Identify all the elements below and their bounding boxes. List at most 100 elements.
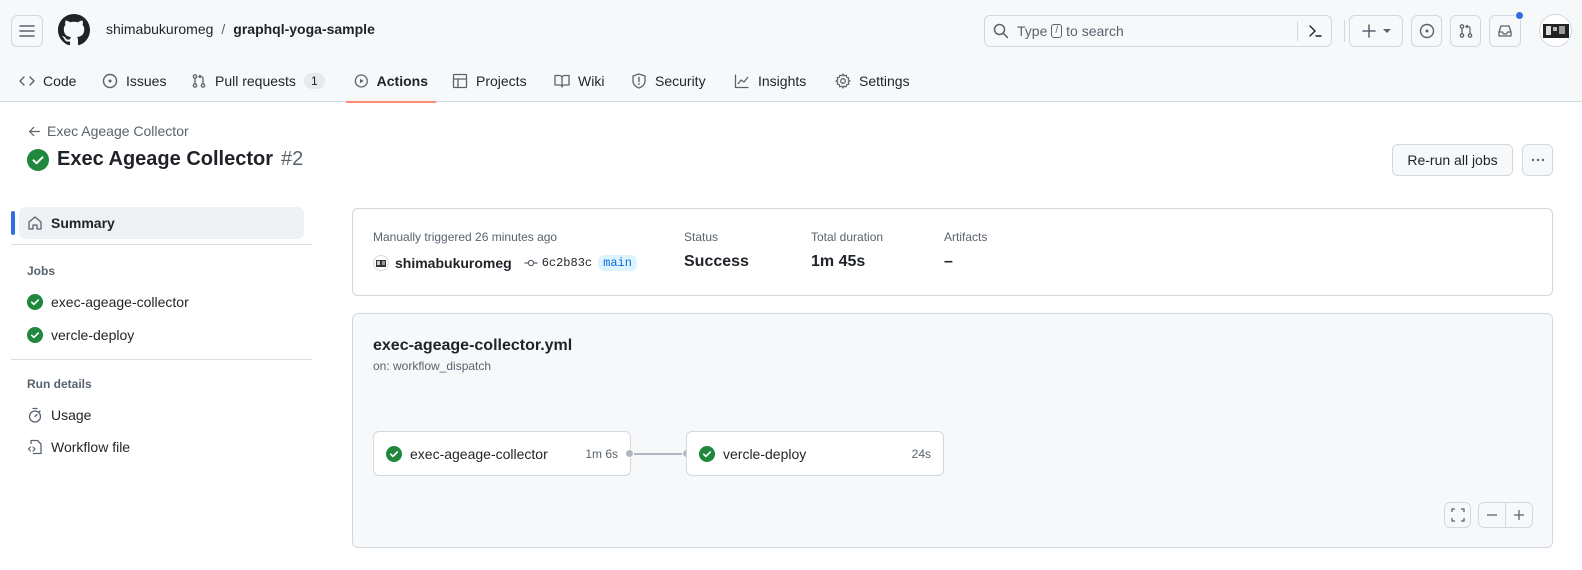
inbox-icon	[1498, 25, 1512, 37]
pull-requests-button[interactable]	[1450, 15, 1481, 47]
plus-icon	[1362, 24, 1376, 38]
tab-label: Wiki	[578, 73, 605, 89]
workflow-title: Exec Ageage Collector	[57, 148, 274, 170]
shield-icon	[632, 73, 646, 89]
inbox-button[interactable]	[1489, 11, 1524, 47]
github-logo-icon[interactable]	[58, 14, 90, 46]
job-name: exec-ageage-collector	[410, 445, 548, 462]
back-to-workflow-link[interactable]: Exec Ageage Collector	[28, 123, 189, 139]
zoom-in-button[interactable]	[1505, 502, 1533, 528]
actor-avatar[interactable]	[373, 255, 389, 271]
job-connector	[634, 453, 684, 455]
hamburger-icon	[19, 25, 35, 37]
search-placeholder-suffix: to search	[1066, 23, 1124, 39]
notification-indicator	[1515, 11, 1524, 20]
tab-issues[interactable]: Issues	[94, 60, 174, 102]
check-circle-fill-icon	[386, 445, 402, 462]
trigger-label: Manually triggered 26 minutes ago	[373, 230, 558, 244]
back-link-label: Exec Ageage Collector	[47, 123, 189, 139]
jobs-heading: Jobs	[27, 264, 56, 278]
sidebar-item-job[interactable]: exec-ageage-collector	[19, 286, 304, 318]
pull-request-icon	[1459, 24, 1472, 38]
repo-link[interactable]: graphql-yoga-sample	[233, 21, 375, 37]
app-header: shimabukuromeg / graphql-yoga-sample Typ…	[0, 0, 1582, 103]
arrow-left-icon	[29, 126, 40, 136]
job-node[interactable]: exec-ageage-collector 1m 6s	[373, 431, 631, 476]
tab-label: Code	[43, 73, 77, 89]
issue-icon	[1419, 23, 1434, 39]
run-details-heading: Run details	[27, 377, 92, 391]
git-commit-icon	[524, 259, 538, 267]
play-icon	[354, 74, 368, 88]
home-icon	[28, 216, 42, 230]
tab-settings[interactable]: Settings	[827, 60, 918, 102]
status-value: Success	[684, 253, 749, 270]
tab-label: Issues	[126, 73, 167, 89]
issues-button[interactable]	[1411, 15, 1442, 47]
avatar-image-icon	[376, 259, 386, 267]
user-avatar[interactable]	[1539, 14, 1572, 47]
more-options-button[interactable]	[1522, 144, 1553, 176]
search-icon	[993, 23, 1009, 39]
duration-value: 1m 45s	[811, 253, 866, 270]
check-circle-fill-icon	[27, 148, 49, 171]
job-duration: 1m 6s	[585, 446, 618, 461]
sidebar-item-workflow-file[interactable]: Workflow file	[19, 431, 304, 463]
tab-projects[interactable]: Projects	[444, 60, 535, 102]
sidebar-item-label: Usage	[51, 407, 92, 423]
sidebar-item-job[interactable]: vercle-deploy	[19, 319, 304, 351]
tab-security[interactable]: Security	[623, 60, 714, 102]
plus-icon	[1514, 510, 1524, 520]
actor-name[interactable]: shimabukuromeg	[395, 255, 512, 271]
header-divider	[1344, 20, 1345, 42]
book-icon	[554, 74, 570, 88]
page-title: Exec Ageage Collector #2	[27, 148, 303, 171]
pull-request-icon	[192, 74, 206, 88]
zoom-out-button[interactable]	[1478, 502, 1506, 528]
menu-button[interactable]	[11, 15, 43, 47]
command-palette-button[interactable]	[1297, 21, 1331, 41]
sidebar-item-usage[interactable]: Usage	[19, 399, 304, 431]
commit-link[interactable]: 6c2b83c	[524, 256, 592, 270]
branch-badge[interactable]: main	[598, 255, 637, 271]
artifacts-value: –	[944, 253, 953, 270]
job-duration: 24s	[911, 446, 931, 461]
tab-actions[interactable]: Actions	[346, 60, 436, 103]
sidebar-divider	[11, 359, 312, 360]
job-node[interactable]: vercle-deploy 24s	[686, 431, 944, 476]
tab-label: Projects	[476, 73, 527, 89]
terminal-icon	[1308, 25, 1322, 37]
rerun-all-jobs-button[interactable]: Re-run all jobs	[1392, 144, 1513, 176]
breadcrumb: shimabukuromeg / graphql-yoga-sample	[106, 21, 375, 37]
sidebar-item-summary[interactable]: Summary	[19, 207, 304, 239]
sidebar-divider	[11, 244, 312, 245]
gear-icon	[835, 73, 851, 89]
search-input[interactable]: Type / to search	[984, 15, 1332, 47]
artifacts-label: Artifacts	[944, 230, 988, 244]
owner-link[interactable]: shimabukuromeg	[106, 21, 213, 37]
issue-icon	[102, 73, 118, 89]
workflow-file-name: exec-ageage-collector.yml	[373, 337, 573, 354]
run-summary-card: Manually triggered 26 minutes ago shimab…	[352, 208, 1553, 296]
search-shortcut-key: /	[1051, 24, 1063, 38]
tab-insights[interactable]: Insights	[726, 60, 814, 102]
pull-request-count-badge: 1	[303, 73, 325, 89]
commit-sha: 6c2b83c	[541, 256, 593, 270]
trigger-details: shimabukuromeg 6c2b83c main	[373, 255, 637, 271]
minus-icon	[1487, 514, 1497, 516]
duration-label: Total duration	[811, 230, 884, 244]
create-new-button[interactable]	[1349, 15, 1403, 47]
run-number: #2	[281, 148, 304, 170]
tab-wiki[interactable]: Wiki	[546, 60, 612, 102]
tab-pull-requests[interactable]: Pull requests 1	[183, 60, 333, 102]
job-name: vercle-deploy	[723, 445, 807, 462]
status-label: Status	[684, 230, 719, 244]
triangle-down-icon	[1383, 29, 1391, 33]
tab-code[interactable]: Code	[11, 60, 84, 102]
avatar-image-icon	[1542, 23, 1569, 38]
check-circle-fill-icon	[699, 445, 715, 462]
fullscreen-button[interactable]	[1444, 502, 1471, 528]
sidebar-item-label: Summary	[51, 215, 115, 231]
sidebar-item-label: exec-ageage-collector	[51, 294, 189, 310]
code-icon	[19, 76, 35, 86]
